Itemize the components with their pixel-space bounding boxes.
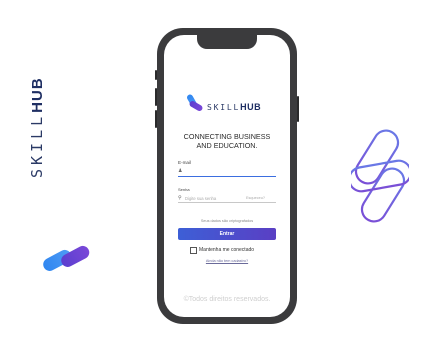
person-icon: ♟ <box>178 168 183 174</box>
password-underline <box>178 202 276 203</box>
tagline: CONNECTING BUSINESS AND EDUCATION. <box>164 132 290 150</box>
phone-mockup: SKILLHUB CONNECTING BUSINESS AND EDUCATI… <box>155 28 299 324</box>
phone-volume-up <box>155 88 157 106</box>
tagline-line2: AND EDUCATION. <box>196 141 258 150</box>
side-brand-wordmark: SKILLHUB <box>28 77 46 178</box>
capsule-logo-icon <box>43 245 90 271</box>
signup-link[interactable]: Ainda não tem cadastro? <box>164 259 290 263</box>
app-capsule-logo-icon <box>187 94 203 111</box>
phone-power-button <box>297 96 299 122</box>
app-wordmark-bold: HUB <box>240 102 262 112</box>
outline-capsule-logo-icon <box>351 129 409 223</box>
privacy-note: Seus dados são criptografados <box>200 219 254 223</box>
email-underline <box>178 176 276 177</box>
remember-checkbox[interactable] <box>190 247 197 254</box>
password-label: Senha <box>178 187 190 192</box>
email-label: E-mail <box>178 160 192 165</box>
side-brand-bold: HUB <box>29 77 46 113</box>
app-wordmark-light: SKILL <box>207 103 241 112</box>
forgot-password-link[interactable]: Esqueceu? <box>246 196 265 200</box>
footer-copyright: ©Todos direitos reservados. <box>183 296 271 303</box>
enter-button[interactable]: Entrar <box>178 228 276 240</box>
remember-label: Mantenha me conectado <box>199 247 255 253</box>
tagline-line1: CONNECTING BUSINESS <box>183 132 271 141</box>
phone-screen: SKILLHUB CONNECTING BUSINESS AND EDUCATI… <box>164 35 290 317</box>
phone-notch <box>197 35 257 49</box>
app-wordmark: SKILLHUB <box>207 102 261 112</box>
phone-volume-down <box>155 110 157 128</box>
lock-icon: ⚲ <box>178 195 182 201</box>
password-field[interactable]: Digite sua senha <box>185 196 235 201</box>
side-brand-light: SKILL <box>28 112 46 178</box>
phone-side-button <box>155 70 157 80</box>
